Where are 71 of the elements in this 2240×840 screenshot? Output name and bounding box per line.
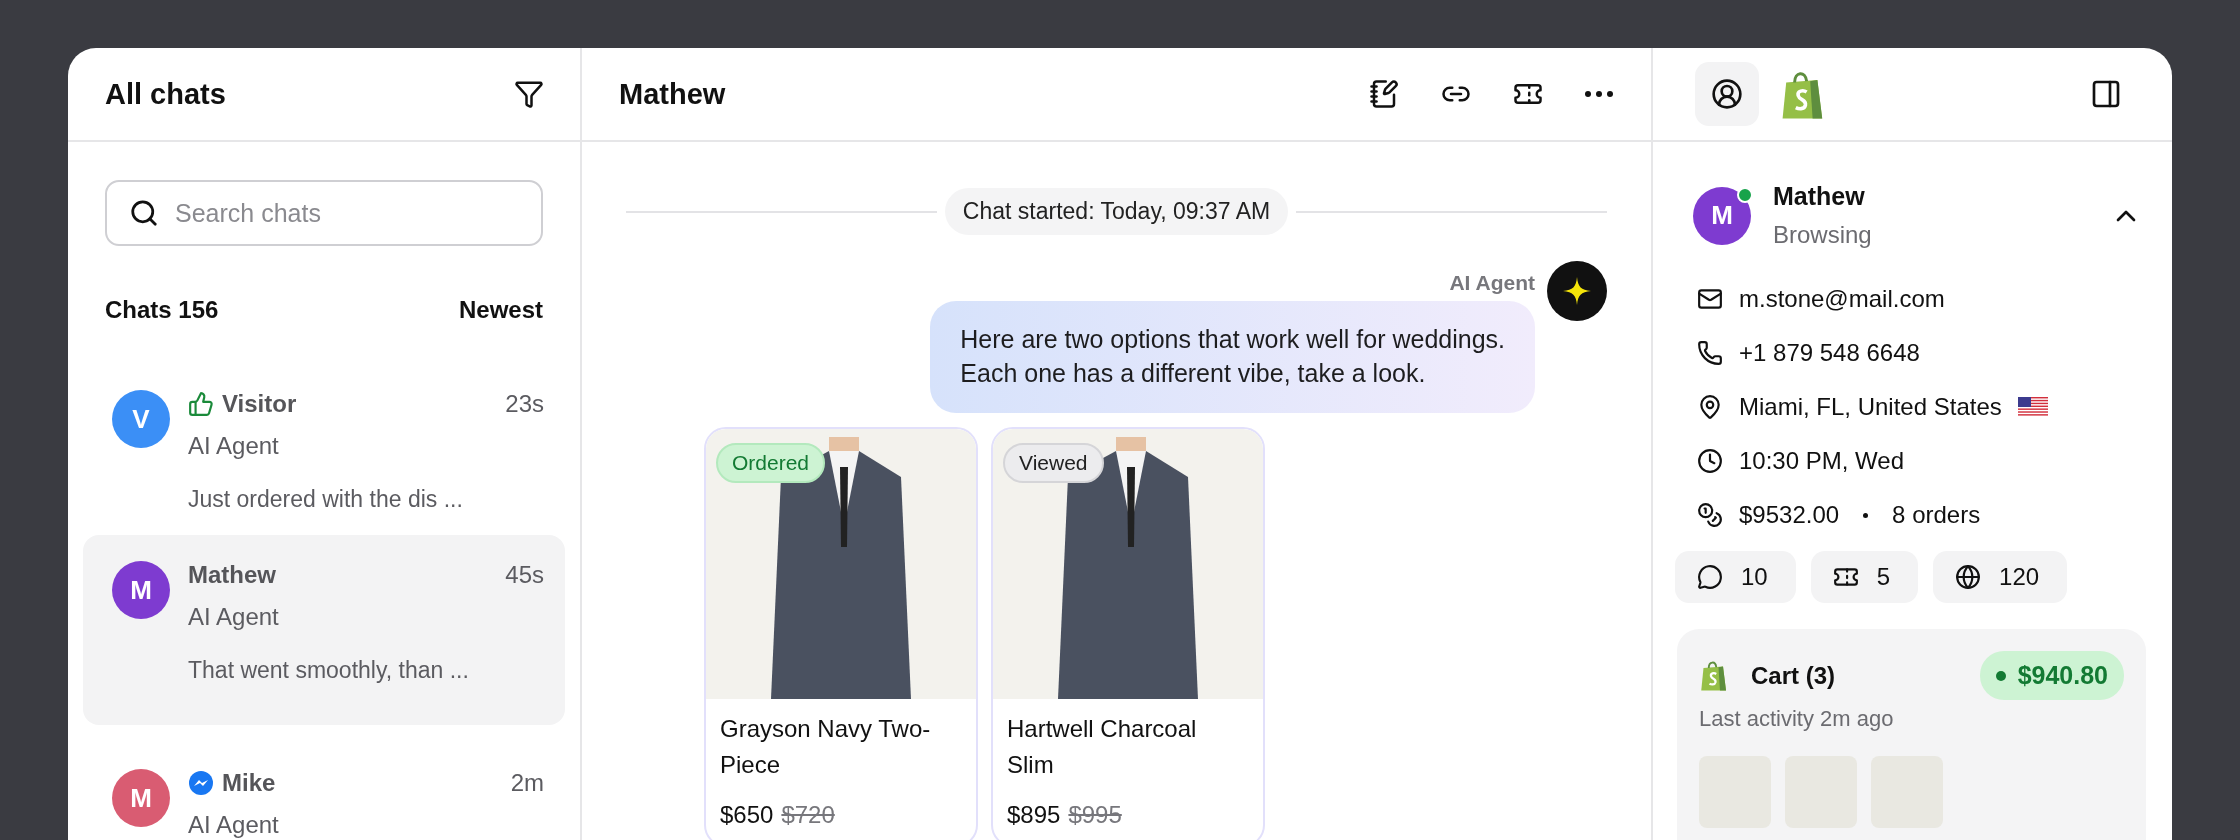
- message-preview: Just ordered with the dis ...: [188, 486, 464, 513]
- product-price: $895: [1007, 800, 1061, 829]
- map-pin-icon: [1697, 394, 1723, 420]
- message-bubble: Here are two options that work well for weddings. Each one has a different vibe, take a look.: [930, 301, 1535, 413]
- avatar: M: [112, 769, 170, 827]
- mail-icon: [1697, 286, 1723, 312]
- agent-label: AI Agent: [188, 432, 280, 460]
- user-icon: [1711, 78, 1743, 110]
- customer-avatar: M: [1693, 186, 1751, 245]
- search-field[interactable]: Search chats: [105, 180, 543, 246]
- clock-icon: [1697, 448, 1723, 474]
- speech-bubble-icon: [1697, 564, 1723, 590]
- notes-icon: [1369, 79, 1399, 109]
- panel-icon: [2090, 78, 2122, 110]
- panel-toggle-button[interactable]: [2090, 78, 2122, 110]
- avatar: V: [112, 390, 170, 448]
- contact-name: Mathew: [188, 561, 277, 589]
- customer-name: Mathew: [1773, 182, 1866, 211]
- cart-total: $940.80: [1979, 651, 2124, 700]
- messenger-icon: [188, 770, 214, 796]
- detail-text: $9532.00: [1739, 501, 1840, 529]
- message-preview: That went smoothly, than ...: [188, 657, 470, 684]
- more-icon: [1585, 91, 1613, 97]
- product-card[interactable]: Viewed Hartwell Charcoal Slim $895 $995: [991, 426, 1265, 840]
- globe-icon: [1955, 564, 1982, 590]
- agent-label: AI Agent: [188, 603, 280, 631]
- detail-text: 10:30 PM, Wed: [1739, 447, 1904, 475]
- filter-button[interactable]: [514, 79, 544, 109]
- status-badge: Viewed: [1003, 442, 1104, 483]
- separator-dot: [1863, 512, 1869, 518]
- thumbs-up-icon: [188, 391, 214, 417]
- more-button[interactable]: [1585, 91, 1613, 97]
- chat-item[interactable]: M Mike 2m AI Agent: [83, 743, 565, 840]
- cart-title: Cart (3): [1751, 661, 1836, 690]
- notes-button[interactable]: [1369, 79, 1399, 109]
- panel-title: All chats: [105, 77, 227, 111]
- chat-time: 45s: [505, 561, 544, 589]
- detail-text: Miami, FL, United States: [1739, 393, 2002, 421]
- chat-time: 2m: [510, 769, 544, 797]
- phone-icon: [1697, 340, 1723, 366]
- stat-value: 10: [1741, 563, 1768, 591]
- sender-label: AI Agent: [1449, 271, 1535, 295]
- contact-name: Visitor: [222, 390, 298, 418]
- detail-text: +1 879 548 6648: [1739, 339, 1920, 367]
- product-card[interactable]: Ordered Grayson Navy Two-Piece $650 $720: [704, 426, 978, 840]
- sort-option[interactable]: Newest: [458, 296, 543, 324]
- old-price: $995: [1068, 800, 1122, 829]
- avatar: M: [112, 561, 170, 619]
- chat-time: 23s: [505, 390, 544, 418]
- product-name: Hartwell Charcoal Slim: [1006, 713, 1198, 780]
- search-icon: [129, 198, 159, 228]
- old-price: $720: [781, 800, 835, 829]
- conversation-title: Mathew: [619, 77, 727, 111]
- stat-value: 120: [1999, 563, 2040, 591]
- product-price: $650: [720, 800, 774, 829]
- chat-item[interactable]: V Visitor 23s AI Agent Just ordered with the dis ...: [83, 364, 565, 535]
- chat-item[interactable]: M Mathew 45s AI Agent That went smoothly, than ...: [83, 535, 565, 725]
- agent-label: AI Agent: [188, 811, 280, 839]
- detail-text: m.stone@mail.com: [1739, 285, 1945, 313]
- customer-status: Browsing: [1773, 221, 1873, 249]
- filter-icon: [514, 79, 544, 109]
- chat-start-label: Chat started: Today, 09:37 AM: [944, 188, 1289, 235]
- product-name: Grayson Navy Two-Piece: [719, 713, 932, 780]
- profile-button[interactable]: [1695, 62, 1759, 126]
- last-activity: Last activity 2m ago: [1699, 706, 1895, 732]
- chat-count: Chats 156: [105, 296, 219, 324]
- shopping-bag-icon: [1699, 659, 1729, 692]
- contact-name: Mike: [222, 769, 277, 797]
- stat-value: 5: [1876, 563, 1891, 591]
- order-count: 8 orders: [1892, 501, 1981, 529]
- coins-icon: [1697, 502, 1723, 528]
